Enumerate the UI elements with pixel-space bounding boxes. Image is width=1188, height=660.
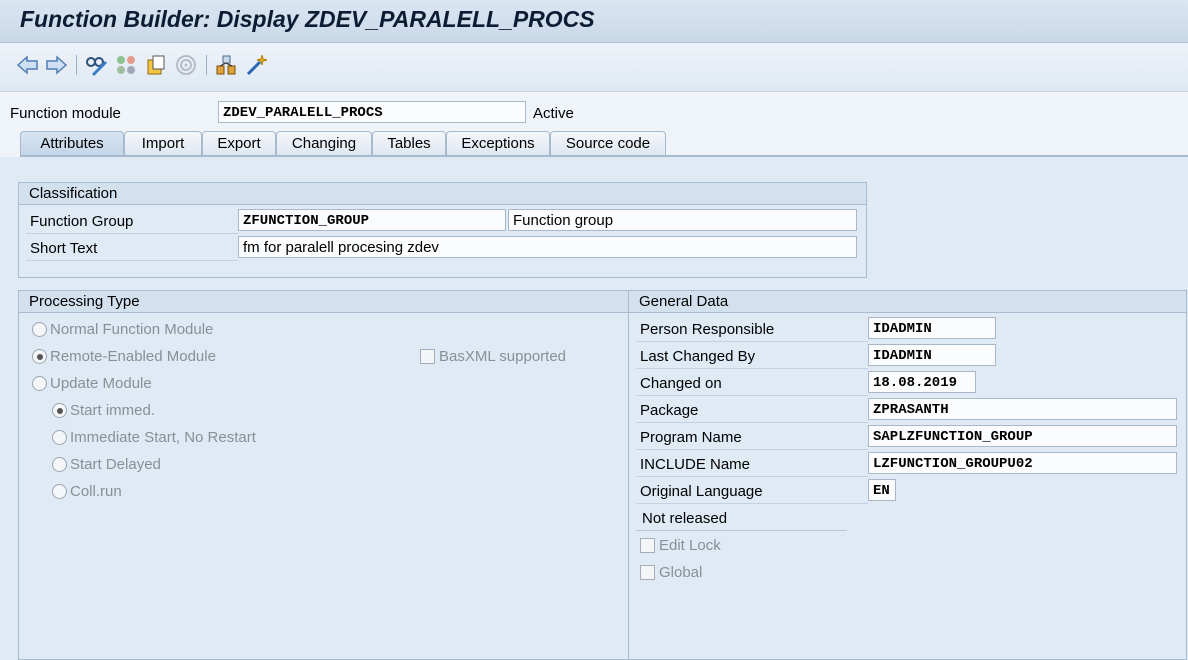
coll-run-label: Coll.run [70,483,122,500]
tab-import[interactable]: Import [124,131,202,156]
status-text: Active [533,105,574,122]
processing-type-header: Processing Type [19,291,628,313]
radio-start-immed[interactable] [52,403,67,418]
original-language-field[interactable]: EN [868,479,896,501]
edit-lock-checkbox[interactable] [640,538,655,553]
normal-function-module-label: Normal Function Module [50,321,214,338]
classification-header: Classification [19,183,866,205]
include-name-label: INCLUDE Name [640,456,751,473]
radio-update-module[interactable] [32,376,47,391]
function-module-field[interactable]: ZDEV_PARALELL_PROCS [218,101,526,123]
edit-lock-label: Edit Lock [659,537,721,554]
tab-source-code[interactable]: Source code [550,131,666,156]
include-name-field[interactable]: LZFUNCTION_GROUPU02 [868,452,1177,474]
function-group-label: Function Group [30,213,134,230]
start-immed-label: Start immed. [70,402,156,419]
general-data-header: General Data [629,291,1186,313]
changed-on-label: Changed on [640,375,722,392]
basxml-supported-label: BasXML supported [439,348,567,365]
short-text-field[interactable]: fm for paralell procesing zdev [238,236,857,258]
function-group-field[interactable]: ZFUNCTION_GROUP [238,209,506,231]
program-name-label: Program Name [640,429,742,446]
program-name-field[interactable]: SAPLZFUNCTION_GROUP [868,425,1177,447]
start-delayed-label: Start Delayed [70,456,161,473]
forward-arrow-icon[interactable] [44,53,68,77]
immediate-start-no-restart-label: Immediate Start, No Restart [70,429,256,446]
application-toolbar [0,43,1188,92]
radio-remote-enabled-module[interactable] [32,349,47,364]
function-module-label: Function module [10,105,121,122]
back-arrow-icon[interactable] [16,53,40,77]
tab-attributes[interactable]: Attributes [20,131,124,156]
package-field[interactable]: ZPRASANTH [868,398,1177,420]
person-responsible-label: Person Responsible [640,321,775,338]
object-list-icon[interactable] [214,53,238,77]
global-checkbox[interactable] [640,565,655,580]
update-module-label: Update Module [50,375,152,392]
original-language-label: Original Language [640,483,763,500]
release-status-text: Not released [642,510,728,527]
last-changed-by-label: Last Changed By [640,348,756,365]
package-label: Package [640,402,699,419]
display-change-icon[interactable] [114,53,138,77]
radio-coll-run[interactable] [52,484,67,499]
tab-exceptions[interactable]: Exceptions [446,131,550,156]
tab-export[interactable]: Export [202,131,276,156]
last-changed-by-field[interactable]: IDADMIN [868,344,996,366]
radio-immediate-start-no-restart[interactable] [52,430,67,445]
test-icon[interactable] [244,53,268,77]
basxml-supported-checkbox[interactable] [420,349,435,364]
radio-start-delayed[interactable] [52,457,67,472]
window-title: Function Builder: Display ZDEV_PARALELL_… [20,6,595,32]
processing-type-group: Processing Type [18,290,629,660]
where-used-icon[interactable] [174,53,198,77]
tab-tables[interactable]: Tables [372,131,446,156]
tab-changing[interactable]: Changing [276,131,372,156]
function-group-description: Function group [508,209,857,231]
changed-on-field[interactable]: 18.08.2019 [868,371,976,393]
radio-normal-function-module[interactable] [32,322,47,337]
activate-icon[interactable] [144,53,168,77]
global-label: Global [659,564,703,581]
person-responsible-field[interactable]: IDADMIN [868,317,996,339]
remote-enabled-module-label: Remote-Enabled Module [50,348,216,365]
other-object-icon[interactable] [84,53,108,77]
title-bar: Function Builder: Display ZDEV_PARALELL_… [0,0,1188,43]
short-text-label: Short Text [30,240,98,257]
